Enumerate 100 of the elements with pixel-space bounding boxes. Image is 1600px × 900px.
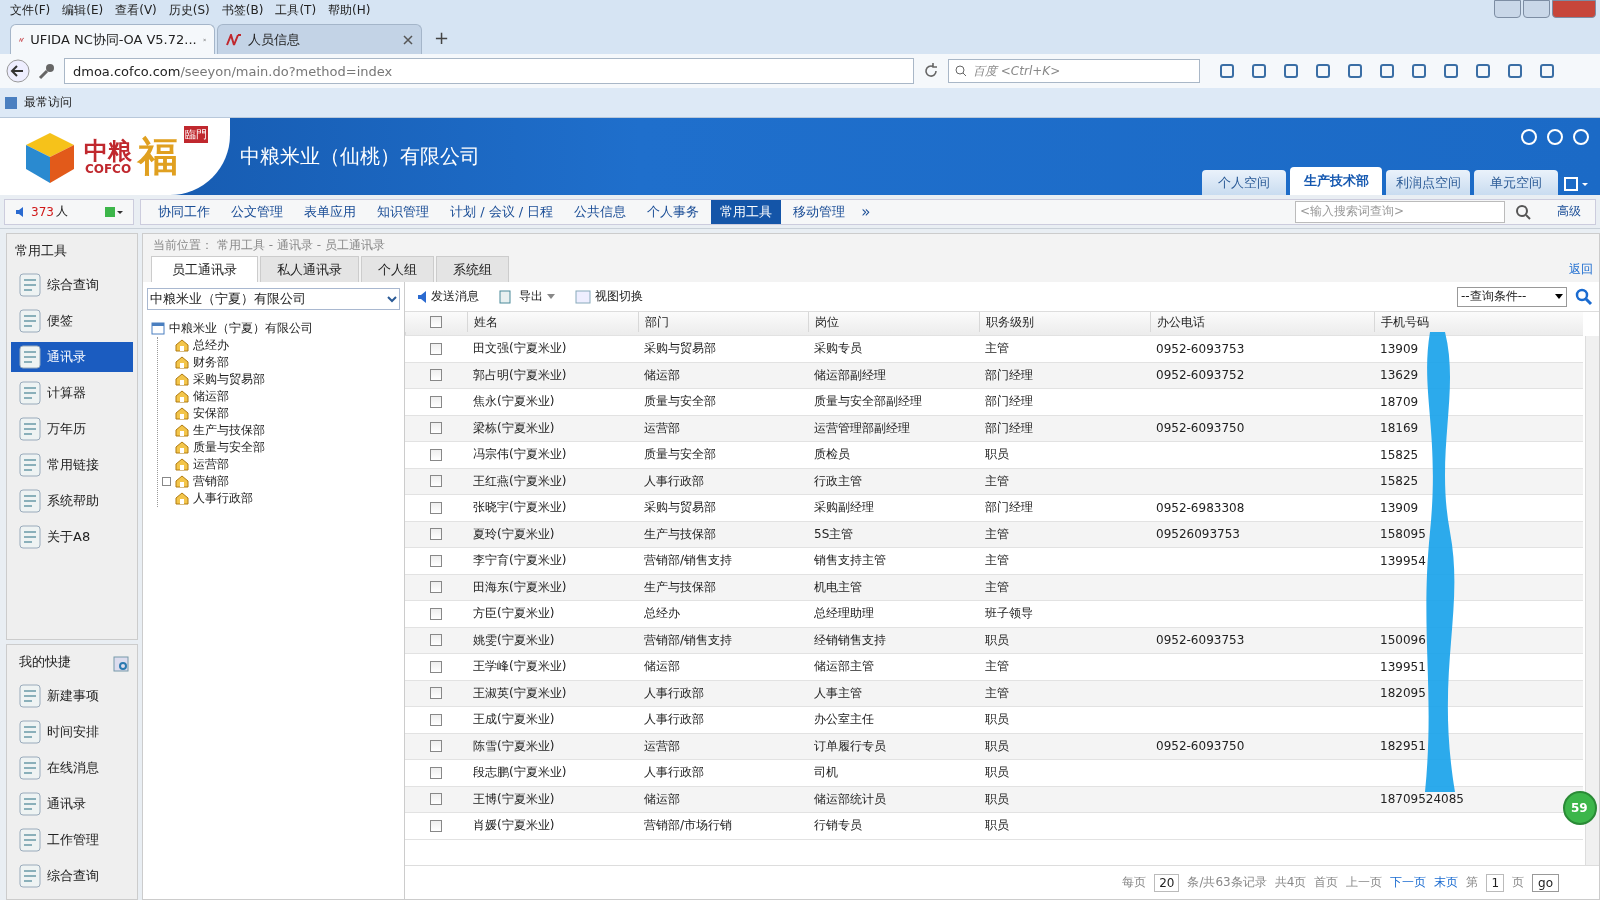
nav-item[interactable]: 公共信息: [565, 199, 636, 224]
row-checkbox[interactable]: [430, 819, 442, 832]
shortcut-item[interactable]: 时间安排: [11, 717, 133, 747]
row-checkbox[interactable]: [430, 369, 442, 382]
column-header[interactable]: 部门: [638, 312, 808, 332]
column-header[interactable]: 职务级别: [979, 312, 1150, 332]
tree-node[interactable]: 生产与技保部: [162, 422, 400, 439]
page-field[interactable]: 1: [1486, 873, 1505, 892]
reload-icon[interactable]: [922, 62, 940, 80]
shortcut-item[interactable]: 通讯录: [11, 789, 133, 819]
sidebar-item[interactable]: 综合查询: [11, 270, 133, 300]
row-checkbox[interactable]: [430, 581, 442, 594]
send-message-button[interactable]: 发送消息: [411, 288, 485, 305]
new-tab-button[interactable]: +: [424, 26, 460, 48]
tree-node[interactable]: 中粮米业（宁夏）有限公司: [151, 320, 400, 337]
back-icon[interactable]: [6, 59, 30, 83]
view-switch-button[interactable]: 视图切换: [569, 288, 649, 305]
tree-node[interactable]: 运营部: [162, 456, 400, 473]
page-size-field[interactable]: 20: [1154, 873, 1180, 892]
minimize-button[interactable]: [1494, 0, 1521, 18]
address-bar[interactable]: dmoa.cofco.com/seeyon/main.do?method=index: [64, 58, 914, 84]
nav-item[interactable]: 常用工具: [711, 199, 782, 224]
tab[interactable]: 私人通讯录: [260, 256, 359, 282]
go-button[interactable]: go: [1532, 873, 1559, 892]
row-checkbox[interactable]: [430, 793, 442, 806]
browser-tab[interactable]: 人员信息: [217, 24, 422, 54]
row-checkbox[interactable]: [430, 740, 442, 753]
online-users[interactable]: 373 人: [4, 198, 134, 225]
back-link[interactable]: 返回: [1569, 260, 1599, 278]
space-tab[interactable]: 利润点空间: [1386, 170, 1470, 195]
shortcut-item[interactable]: 综合查询: [11, 861, 133, 891]
row-checkbox[interactable]: [430, 501, 442, 514]
search-icon[interactable]: [1575, 287, 1593, 306]
nav-item[interactable]: 公文管理: [222, 199, 292, 224]
first-page-link[interactable]: 首页: [1314, 874, 1339, 891]
browser-tab[interactable]: UFIDA NC协同-OA V5.72...: [10, 24, 215, 54]
menu-item[interactable]: 工具(T): [269, 1, 323, 19]
row-checkbox[interactable]: [430, 713, 442, 726]
settings-icon[interactable]: [113, 656, 129, 672]
tab[interactable]: 系统组: [436, 256, 509, 282]
prev-page-link[interactable]: 上一页: [1346, 874, 1383, 891]
query-select[interactable]: --查询条件--: [1457, 286, 1567, 307]
row-checkbox[interactable]: [430, 634, 442, 647]
row-checkbox[interactable]: [430, 554, 442, 567]
org-select[interactable]: 中粮米业（宁夏）有限公司: [147, 288, 400, 310]
column-header[interactable]: 姓名: [467, 312, 638, 332]
column-header[interactable]: 办公电话: [1150, 312, 1374, 332]
tree-node[interactable]: 安保部: [162, 405, 400, 422]
tree-node[interactable]: 质量与安全部: [162, 439, 400, 456]
space-tab[interactable]: 单元空间: [1474, 170, 1558, 195]
menu-item[interactable]: 书签(B): [215, 1, 270, 19]
maximize-button[interactable]: [1523, 0, 1550, 18]
bookmark-link[interactable]: 最常访问: [24, 94, 72, 111]
tree-node[interactable]: 采购与贸易部: [162, 371, 400, 388]
tree-node[interactable]: 财务部: [162, 354, 400, 371]
shortcut-item[interactable]: 新建事项: [11, 681, 133, 711]
row-checkbox[interactable]: [430, 475, 442, 488]
nav-item[interactable]: 计划 / 会议 / 日程: [441, 199, 563, 224]
row-checkbox[interactable]: [430, 422, 442, 435]
scrollbar[interactable]: [1585, 336, 1599, 865]
nav-item[interactable]: 知识管理: [368, 199, 438, 224]
export-button[interactable]: 导出: [493, 288, 561, 305]
more-button[interactable]: »: [857, 202, 875, 221]
last-page-link[interactable]: 末页: [1434, 874, 1459, 891]
nav-item[interactable]: 移动管理: [784, 199, 855, 224]
sidebar-item[interactable]: 通讯录: [11, 342, 133, 372]
tree-node[interactable]: 总经办: [162, 337, 400, 354]
row-checkbox[interactable]: [430, 687, 442, 700]
nav-item[interactable]: 表单应用: [295, 199, 365, 224]
nav-item[interactable]: 个人事务: [638, 199, 709, 224]
space-tab[interactable]: 生产技术部: [1290, 167, 1382, 195]
tab[interactable]: 个人组: [361, 256, 434, 282]
sidebar-item[interactable]: 常用链接: [11, 450, 133, 480]
key-icon[interactable]: [38, 62, 56, 80]
menu-item[interactable]: 查看(V): [109, 1, 163, 19]
sidebar-item[interactable]: 计算器: [11, 378, 133, 408]
menu-item[interactable]: 帮助(H): [322, 1, 377, 19]
menu-item[interactable]: 编辑(E): [56, 1, 110, 19]
close-icon[interactable]: [403, 34, 413, 45]
row-checkbox[interactable]: [430, 607, 442, 620]
advanced-link[interactable]: 高级: [1541, 203, 1587, 220]
select-all-checkbox[interactable]: [430, 316, 442, 328]
nav-item[interactable]: 协同工作: [149, 199, 219, 224]
tree-node[interactable]: 人事行政部: [162, 490, 400, 507]
row-checkbox[interactable]: [430, 528, 442, 541]
row-checkbox[interactable]: [430, 395, 442, 408]
sidebar-item[interactable]: 系统帮助: [11, 486, 133, 516]
row-checkbox[interactable]: [430, 448, 442, 461]
row-checkbox[interactable]: [430, 766, 442, 779]
sidebar-item[interactable]: 万年历: [11, 414, 133, 444]
sidebar-item[interactable]: 关于A8: [11, 522, 133, 552]
row-checkbox[interactable]: [430, 660, 442, 673]
tree-node[interactable]: 营销部: [162, 473, 400, 490]
next-page-link[interactable]: 下一页: [1390, 874, 1427, 891]
menu-item[interactable]: 文件(F): [4, 1, 57, 19]
search-field[interactable]: 百度 <Ctrl+K>: [948, 59, 1200, 83]
tree-node[interactable]: 储运部: [162, 388, 400, 405]
shortcut-item[interactable]: 在线消息: [11, 753, 133, 783]
status-dropdown-icon[interactable]: [105, 205, 123, 218]
tab[interactable]: 员工通讯录: [151, 256, 258, 282]
